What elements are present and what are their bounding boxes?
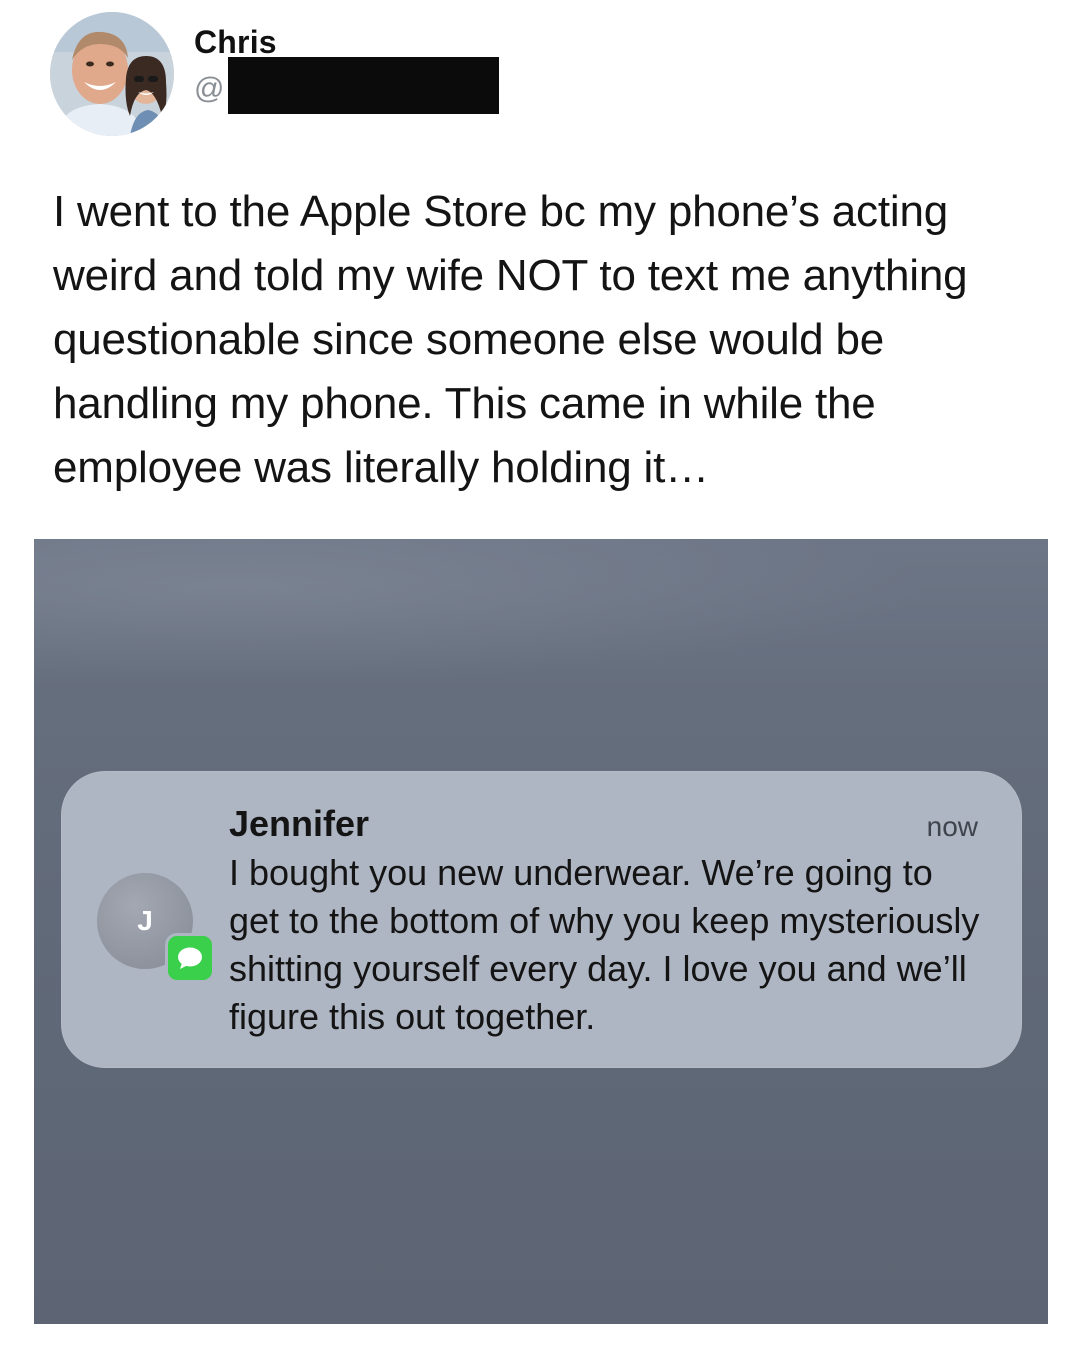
profile-photo-icon (50, 12, 174, 136)
photo-haze (34, 539, 1048, 699)
handle-redaction-bar (228, 57, 499, 114)
handle-prefix[interactable]: @ (194, 72, 224, 106)
message-notification[interactable]: J Jennifer now I bought you new underwea… (61, 771, 1022, 1068)
display-name[interactable]: Chris (194, 24, 277, 61)
notification-sender: Jennifer (229, 803, 370, 844)
attached-photo[interactable]: J Jennifer now I bought you new underwea… (34, 539, 1048, 1324)
notification-message: I bought you new underwear. We’re going … (229, 852, 980, 1037)
messages-icon (165, 933, 215, 983)
tweet-text: I went to the Apple Store bc my phone’s … (53, 187, 968, 492)
notification-time: now (926, 811, 978, 842)
profile-avatar[interactable] (50, 12, 174, 136)
